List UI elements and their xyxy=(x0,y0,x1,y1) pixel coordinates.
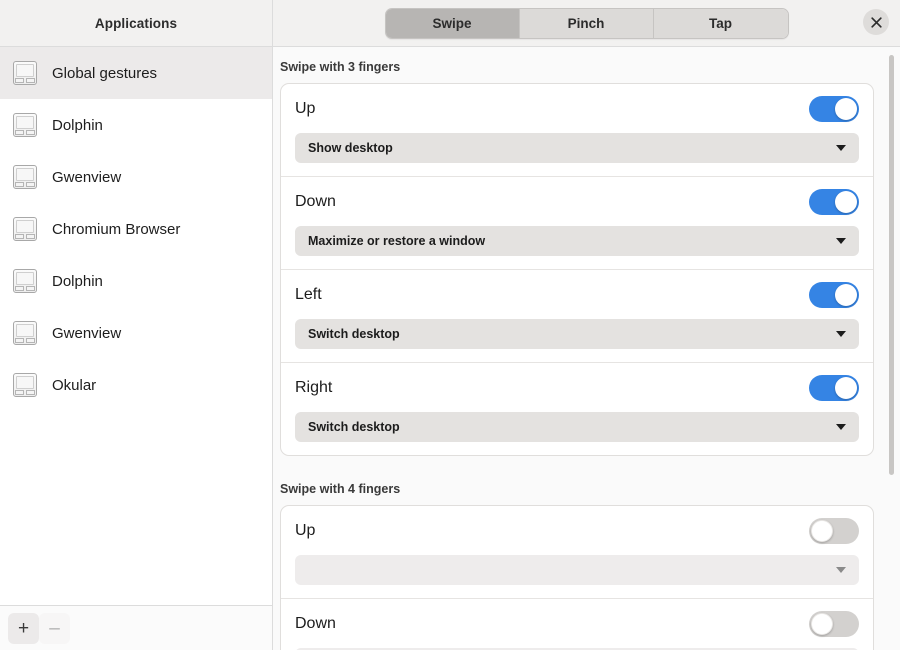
vertical-scrollbar[interactable] xyxy=(889,55,894,475)
gesture-row-header: Down xyxy=(295,189,859,215)
gesture-row-header: Up xyxy=(295,518,859,544)
sidebar-item[interactable]: Gwenview xyxy=(0,151,272,203)
touchpad-icon xyxy=(12,320,38,346)
gesture-row-header: Up xyxy=(295,96,859,122)
gesture-type-tabs[interactable]: Swipe Pinch Tap xyxy=(384,7,789,39)
gesture-row-header: Right xyxy=(295,375,859,401)
settings-scroll-area[interactable]: Swipe with 3 fingers Up Show desktop Dow… xyxy=(273,47,900,650)
close-button[interactable] xyxy=(863,9,889,35)
gesture-row: Right Switch desktop xyxy=(281,363,873,455)
gesture-row: Down Maximize or restore a window xyxy=(281,177,873,270)
main-panel: Swipe Pinch Tap Swipe with 3 fingers Up Sh… xyxy=(273,0,900,650)
sidebar: Applications Global gestures Dolphin Gwe… xyxy=(0,0,273,650)
gesture-row-header: Left xyxy=(295,282,859,308)
gesture-enable-toggle[interactable] xyxy=(809,282,859,308)
gesture-action-dropdown[interactable]: Switch desktop xyxy=(295,319,859,349)
gesture-direction-label: Right xyxy=(295,379,333,396)
gesture-action-dropdown[interactable]: Show desktop xyxy=(295,133,859,163)
main-header: Swipe Pinch Tap xyxy=(273,0,900,47)
gesture-action-value: Maximize or restore a window xyxy=(308,234,486,248)
gesture-action-value: Switch desktop xyxy=(308,327,400,341)
section-title: Swipe with 4 fingers xyxy=(280,482,401,496)
gesture-card: Up Show desktop Down Maximize or restore… xyxy=(280,83,874,456)
toggle-knob xyxy=(835,284,857,306)
sidebar-toolbar: + – xyxy=(0,605,272,650)
chevron-down-icon xyxy=(836,145,846,151)
sidebar-item-label: Okular xyxy=(52,376,97,394)
gesture-enable-toggle[interactable] xyxy=(809,189,859,215)
gesture-enable-toggle[interactable] xyxy=(809,375,859,401)
touchpad-icon xyxy=(12,216,38,242)
toggle-knob xyxy=(835,98,857,120)
sidebar-item-label: Global gestures xyxy=(52,64,158,82)
gestures-settings-window: Applications Global gestures Dolphin Gwe… xyxy=(0,0,900,650)
sidebar-item-label: Gwenview xyxy=(52,324,122,342)
toggle-knob xyxy=(835,377,857,399)
chevron-down-icon xyxy=(836,238,846,244)
sidebar-header: Applications xyxy=(0,0,272,47)
gesture-card: Up Down xyxy=(280,505,874,650)
sidebar-item[interactable]: Okular xyxy=(0,359,272,411)
sidebar-item[interactable]: Global gestures xyxy=(0,47,272,99)
add-application-button[interactable]: + xyxy=(8,612,39,644)
touchpad-icon xyxy=(12,60,38,86)
gesture-action-value: Switch desktop xyxy=(308,420,400,434)
sidebar-item[interactable]: Gwenview xyxy=(0,307,272,359)
gesture-row-header: Down xyxy=(295,611,859,637)
gesture-row: Up Show desktop xyxy=(281,84,873,177)
sidebar-item[interactable]: Dolphin xyxy=(0,255,272,307)
gesture-section: Swipe with 4 fingers Up Down xyxy=(280,482,874,650)
gesture-enable-toggle[interactable] xyxy=(809,96,859,122)
sidebar-item-label: Gwenview xyxy=(52,168,122,186)
sidebar-item[interactable]: Chromium Browser xyxy=(0,203,272,255)
application-list[interactable]: Global gestures Dolphin Gwenview Chromiu… xyxy=(0,47,272,605)
sidebar-item[interactable]: Dolphin xyxy=(0,99,272,151)
gesture-direction-label: Up xyxy=(295,100,316,117)
toggle-knob xyxy=(835,191,857,213)
touchpad-icon xyxy=(12,268,38,294)
touchpad-icon xyxy=(12,164,38,190)
tab-tap[interactable]: Tap xyxy=(653,8,788,38)
gesture-direction-label: Up xyxy=(295,522,316,539)
chevron-down-icon xyxy=(836,424,846,430)
toggle-knob xyxy=(811,520,833,542)
gesture-direction-label: Down xyxy=(295,193,336,210)
sidebar-item-label: Dolphin xyxy=(52,272,103,290)
gesture-row: Up xyxy=(281,506,873,599)
sidebar-header-title: Applications xyxy=(94,15,178,31)
sidebar-item-label: Dolphin xyxy=(52,116,103,134)
gesture-action-dropdown[interactable]: Maximize or restore a window xyxy=(295,226,859,256)
touchpad-icon xyxy=(12,112,38,138)
gesture-section: Swipe with 3 fingers Up Show desktop Dow… xyxy=(280,60,874,456)
toggle-knob xyxy=(811,613,833,635)
gesture-enable-toggle[interactable] xyxy=(809,518,859,544)
gesture-direction-label: Left xyxy=(295,286,322,303)
gesture-direction-label: Down xyxy=(295,615,336,632)
tab-swipe[interactable]: Swipe xyxy=(385,8,520,38)
gesture-row: Down xyxy=(281,599,873,650)
gesture-action-value: Show desktop xyxy=(308,141,393,155)
gesture-enable-toggle[interactable] xyxy=(809,611,859,637)
gesture-row: Left Switch desktop xyxy=(281,270,873,363)
chevron-down-icon xyxy=(836,331,846,337)
touchpad-icon xyxy=(12,372,38,398)
remove-application-button[interactable]: – xyxy=(39,612,70,644)
gesture-action-dropdown[interactable]: Switch desktop xyxy=(295,412,859,442)
close-icon xyxy=(870,16,882,28)
gesture-action-dropdown[interactable] xyxy=(295,555,859,585)
section-title: Swipe with 3 fingers xyxy=(280,60,401,74)
tab-pinch[interactable]: Pinch xyxy=(519,8,654,38)
chevron-down-icon xyxy=(836,567,846,573)
sidebar-item-label: Chromium Browser xyxy=(52,220,181,238)
gesture-sections: Swipe with 3 fingers Up Show desktop Dow… xyxy=(273,47,900,650)
